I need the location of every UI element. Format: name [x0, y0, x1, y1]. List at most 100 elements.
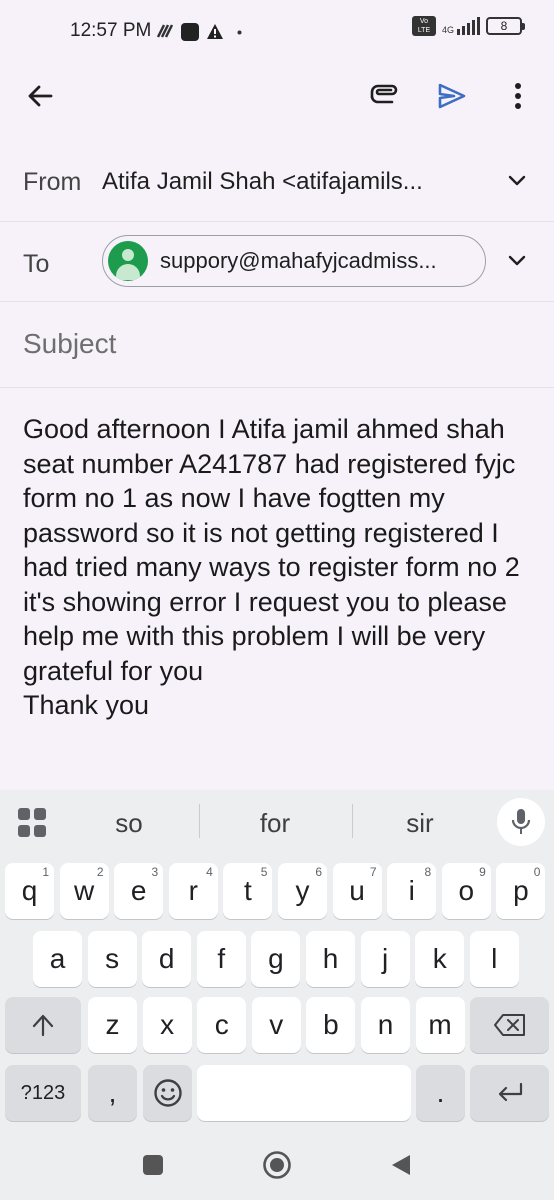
key-label: i — [408, 875, 415, 906]
emoji-icon — [153, 1079, 182, 1107]
app-notification-icon — [156, 24, 174, 38]
more-vert-icon — [515, 83, 521, 109]
enter-icon — [498, 1082, 522, 1102]
key-label: c — [214, 1009, 229, 1040]
suggestion-2[interactable]: for — [215, 808, 335, 839]
key-hint: 7 — [369, 865, 377, 879]
key-hint: 8 — [424, 865, 432, 879]
key-d[interactable]: d — [142, 931, 192, 987]
to-row: To suppory@mahafyjcadmiss... — [0, 222, 554, 302]
key-y[interactable]: y6 — [278, 863, 327, 919]
key-label: s — [105, 943, 120, 974]
key-z[interactable]: z — [88, 997, 137, 1053]
suggestion-1[interactable]: so — [69, 808, 189, 839]
key-p[interactable]: p0 — [496, 863, 546, 919]
key-g[interactable]: g — [251, 931, 301, 987]
key-label: j — [381, 943, 389, 974]
key-label: u — [349, 875, 365, 906]
key-x[interactable]: x — [142, 997, 192, 1053]
suggestion-3[interactable]: sir — [360, 808, 480, 839]
key-s[interactable]: s — [87, 931, 137, 987]
key-label: l — [491, 943, 498, 974]
volte-icon: Vo LTE — [411, 16, 436, 36]
key-hint: 5 — [260, 865, 268, 879]
key-label: a — [49, 943, 66, 974]
space-key[interactable] — [197, 1065, 411, 1121]
suggestion-divider — [352, 804, 353, 838]
more-options-button[interactable] — [494, 72, 542, 120]
key-label: e — [130, 875, 147, 906]
subject-row: Subject — [0, 302, 554, 388]
compose-toolbar — [0, 64, 554, 128]
key-c[interactable]: c — [197, 997, 247, 1053]
key-label: . — [436, 1077, 445, 1108]
key-label: o — [458, 875, 475, 906]
symbols-key[interactable]: ?123 — [5, 1065, 81, 1121]
period-key[interactable]: . — [416, 1065, 465, 1121]
avatar-icon — [108, 241, 148, 281]
key-u[interactable]: u7 — [332, 863, 382, 919]
key-hint: 2 — [96, 865, 104, 879]
key-o[interactable]: o9 — [441, 863, 491, 919]
key-b[interactable]: b — [306, 997, 356, 1053]
recipient-chip[interactable]: suppory@mahafyjcadmiss... — [102, 235, 486, 287]
to-expand-button[interactable] — [502, 246, 532, 276]
battery-icon: 8 — [486, 17, 525, 35]
send-button[interactable] — [428, 72, 476, 120]
key-j[interactable]: j — [360, 931, 410, 987]
chevron-down-icon — [508, 175, 526, 186]
shift-key[interactable] — [5, 997, 81, 1053]
from-account[interactable]: Atifa Jamil Shah <atifajamils... — [102, 168, 462, 196]
key-label: w — [73, 875, 95, 906]
key-m[interactable]: m — [415, 997, 465, 1053]
enter-key[interactable] — [470, 1065, 549, 1121]
key-l[interactable]: l — [469, 931, 519, 987]
key-r[interactable]: r4 — [168, 863, 218, 919]
network-type: 4G — [441, 25, 454, 35]
back-button[interactable] — [16, 72, 64, 120]
keyboard-menu-button[interactable] — [18, 808, 48, 838]
key-q[interactable]: q1 — [5, 863, 54, 919]
key-label: f — [217, 943, 226, 974]
key-label: y — [295, 875, 310, 906]
key-label: g — [268, 943, 284, 974]
arrow-left-icon — [28, 85, 53, 107]
back-nav-button[interactable] — [386, 1150, 416, 1180]
key-w[interactable]: w2 — [59, 863, 109, 919]
battery-level: 8 — [500, 19, 508, 33]
emoji-key[interactable] — [143, 1065, 192, 1121]
key-n[interactable]: n — [361, 997, 410, 1053]
message-body[interactable]: Good afternoon I Atifa jamil ahmed shah … — [23, 412, 535, 723]
warning-icon — [207, 24, 223, 39]
mic-icon — [511, 809, 531, 834]
triangle-back-icon — [392, 1155, 410, 1175]
recents-button[interactable] — [138, 1150, 168, 1180]
attach-button[interactable] — [360, 72, 408, 120]
suggestion-strip: so for sir — [0, 790, 554, 854]
key-k[interactable]: k — [415, 931, 465, 987]
key-label: ?123 — [20, 1081, 66, 1104]
suggestion-divider — [199, 804, 200, 838]
key-label: x — [160, 1009, 175, 1040]
comma-key[interactable]: , — [88, 1065, 137, 1121]
send-icon — [438, 83, 466, 109]
backspace-key[interactable] — [470, 997, 549, 1053]
key-h[interactable]: h — [306, 931, 355, 987]
signal-group: 4G — [442, 17, 480, 35]
key-v[interactable]: v — [251, 997, 301, 1053]
recipient-email: suppory@mahafyjcadmiss... — [160, 248, 437, 273]
voice-input-button[interactable] — [497, 798, 545, 846]
to-label: To — [23, 250, 50, 278]
from-expand-button[interactable] — [502, 166, 532, 196]
key-f[interactable]: f — [196, 931, 246, 987]
key-a[interactable]: a — [33, 931, 82, 987]
key-i[interactable]: i8 — [387, 863, 437, 919]
home-button[interactable] — [262, 1150, 292, 1180]
key-hint: 9 — [479, 865, 486, 879]
key-e[interactable]: e3 — [114, 863, 164, 919]
key-label: h — [322, 943, 339, 974]
subject-input[interactable]: Subject — [23, 328, 116, 360]
status-bar: 12:57 PM Vo LTE 4G 8 — [0, 0, 554, 64]
paperclip-icon — [370, 84, 398, 104]
key-t[interactable]: t5 — [223, 863, 273, 919]
